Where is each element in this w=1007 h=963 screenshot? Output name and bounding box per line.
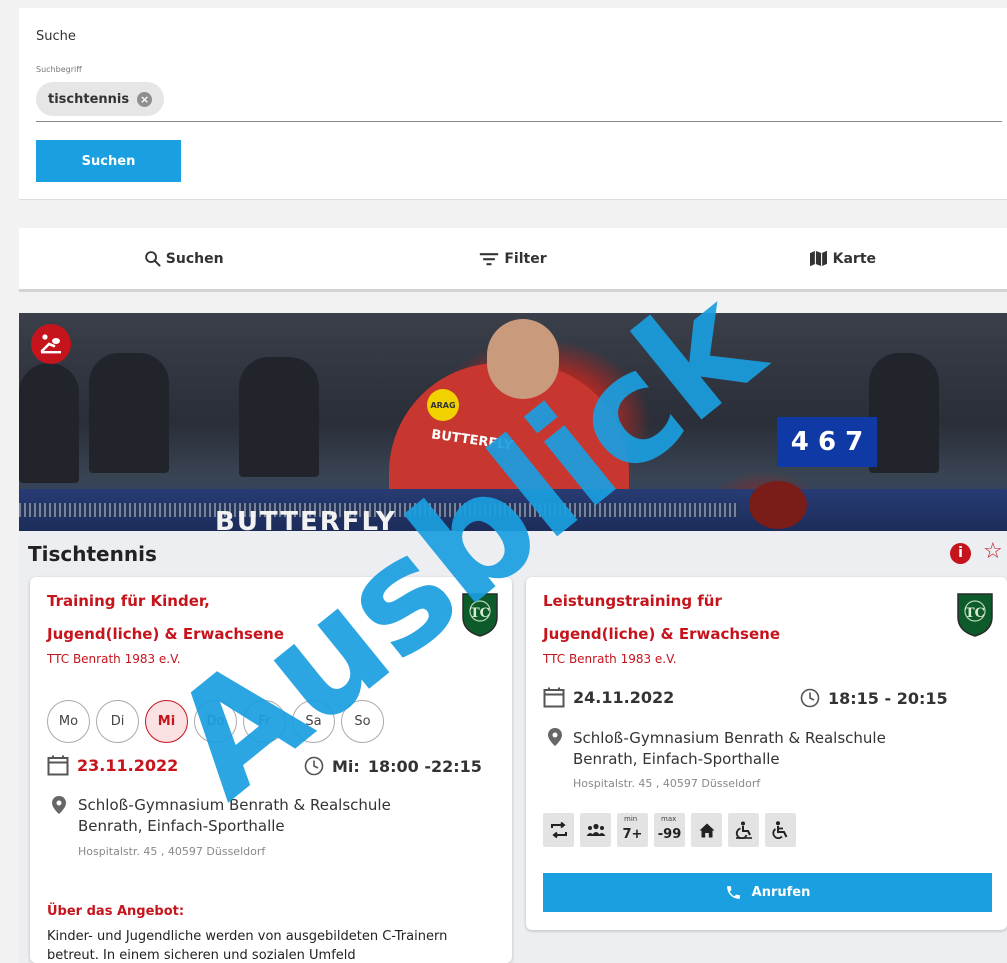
- feature-icons: min 7+ max -99: [543, 813, 796, 847]
- offer-club: TTC Benrath 1983 e.V.: [47, 652, 181, 666]
- offer-time-text: 18:00 -22:15: [367, 756, 482, 776]
- chip-remove-icon[interactable]: ×: [137, 91, 153, 107]
- about-text: Kinder- und Jugendliche werden von ausge…: [47, 929, 448, 963]
- offer-title-line1: Training für Kinder,: [47, 592, 210, 610]
- venue-name-line2: Benrath, Einfach-Sporthalle: [573, 750, 780, 768]
- search-button[interactable]: Suchen: [36, 140, 181, 182]
- venue-name-line1: Schloß-Gymnasium Benrath & Realschule: [573, 729, 886, 747]
- hero-image: ARAG BUTTERFLY 4 6 7 BUTTERFLY: [19, 313, 1007, 531]
- max-age-value: -99: [657, 826, 682, 842]
- clock-icon: [800, 688, 820, 708]
- weekday-do[interactable]: Do: [194, 700, 237, 743]
- weekday-selector: Mo Di Mi Do Fr Sa So: [47, 700, 384, 743]
- scoreboard: 4 6 7: [777, 417, 877, 467]
- offer-date: 23.11.2022: [47, 755, 178, 776]
- clock-icon: [304, 756, 324, 776]
- offer-date: 24.11.2022: [543, 687, 674, 708]
- svg-text:TC: TC: [470, 606, 490, 621]
- search-term-label: Suchbegriff: [36, 65, 82, 74]
- search-panel: Suche Suchbegriff tischtennis × Suchen: [19, 8, 1007, 200]
- sponsor-badge: ARAG: [427, 389, 459, 421]
- club-logo-icon: TC: [957, 593, 993, 637]
- player-head: [487, 319, 559, 399]
- about-heading: Über das Angebot:: [47, 904, 185, 919]
- min-age-label: min: [624, 815, 638, 823]
- map-icon: [809, 250, 827, 267]
- paddle: [749, 481, 807, 529]
- call-button[interactable]: Anrufen: [543, 873, 992, 912]
- search-term-chip-label: tischtennis: [48, 91, 130, 107]
- venue-name-line1: Schloß-Gymnasium Benrath & Realschule: [78, 796, 391, 814]
- home-icon: [691, 813, 722, 847]
- weekday-mo[interactable]: Mo: [47, 700, 90, 743]
- filter-icon: [480, 252, 499, 265]
- offer-date-text: 24.11.2022: [573, 688, 675, 707]
- min-age-badge: min 7+: [617, 813, 648, 847]
- offer-card[interactable]: Training für Kinder, Jugend(liche) & Erw…: [30, 577, 512, 963]
- spectator: [239, 357, 319, 477]
- max-age-label: max: [661, 815, 677, 823]
- search-icon: [144, 251, 161, 267]
- view-tabbar: Suchen Filter Karte: [19, 228, 1007, 292]
- info-icon[interactable]: i: [950, 543, 971, 564]
- tab-map[interactable]: Karte: [678, 228, 1007, 289]
- venue-name-line2: Benrath, Einfach-Sporthalle: [78, 817, 285, 835]
- offer-title-line1: Leistungstraining für: [543, 592, 722, 610]
- section-title: Tischtennis: [28, 542, 157, 566]
- search-panel-title: Suche: [36, 29, 76, 44]
- location-pin-icon: [548, 728, 562, 746]
- max-age-badge: max -99: [654, 813, 685, 847]
- offer-time-day: Mi:: [332, 756, 360, 776]
- offer-date-text: 23.11.2022: [77, 756, 179, 775]
- venue-street: Hospitalstr. 45 , 40597 Düsseldorf: [78, 845, 266, 858]
- offer-time-text: 18:15 - 20:15: [828, 688, 948, 708]
- call-button-label: Anrufen: [751, 885, 811, 900]
- club-logo-icon: TC: [462, 593, 498, 637]
- location-pin-icon: [52, 796, 66, 814]
- wheelchair-sport-icon: [728, 813, 759, 847]
- weekday-di[interactable]: Di: [96, 700, 139, 743]
- calendar-icon: [47, 755, 69, 776]
- group-icon: [580, 813, 611, 847]
- star-icon[interactable]: ☆: [983, 539, 1003, 565]
- weekday-sa[interactable]: Sa: [292, 700, 335, 743]
- offer-time: 18:15 - 20:15: [800, 688, 948, 708]
- min-age-value: 7+: [622, 826, 643, 842]
- search-term-chip[interactable]: tischtennis ×: [36, 82, 165, 116]
- offer-title-line2: Jugend(liche) & Erwachsene: [543, 625, 780, 643]
- offer-time: Mi: 18:00 -22:15: [304, 756, 482, 776]
- tab-map-label: Karte: [832, 250, 877, 267]
- offer-title-line2: Jugend(liche) & Erwachsene: [47, 625, 284, 643]
- tab-search-label: Suchen: [165, 250, 224, 267]
- spectator: [89, 353, 169, 473]
- weekday-fr[interactable]: Fr: [243, 700, 286, 743]
- spectator: [19, 363, 79, 483]
- venue-street: Hospitalstr. 45 , 40597 Düsseldorf: [573, 777, 761, 790]
- repeat-icon: [543, 813, 574, 847]
- tab-filter[interactable]: Filter: [348, 228, 677, 289]
- weekday-so[interactable]: So: [341, 700, 384, 743]
- tab-filter-label: Filter: [504, 250, 547, 267]
- search-input-underline[interactable]: [36, 121, 1002, 122]
- table-brand-text: BUTTERFLY: [215, 507, 397, 531]
- offer-card[interactable]: Leistungstraining für Jugend(liche) & Er…: [526, 577, 1007, 930]
- tab-search[interactable]: Suchen: [19, 228, 348, 289]
- table-tennis-icon: [31, 324, 71, 364]
- svg-text:TC: TC: [965, 606, 985, 621]
- phone-icon: [726, 886, 740, 899]
- offer-club: TTC Benrath 1983 e.V.: [543, 652, 677, 666]
- weekday-mi[interactable]: Mi: [145, 700, 188, 743]
- spectator: [869, 353, 939, 473]
- calendar-icon: [543, 687, 565, 708]
- wheelchair-icon: [765, 813, 796, 847]
